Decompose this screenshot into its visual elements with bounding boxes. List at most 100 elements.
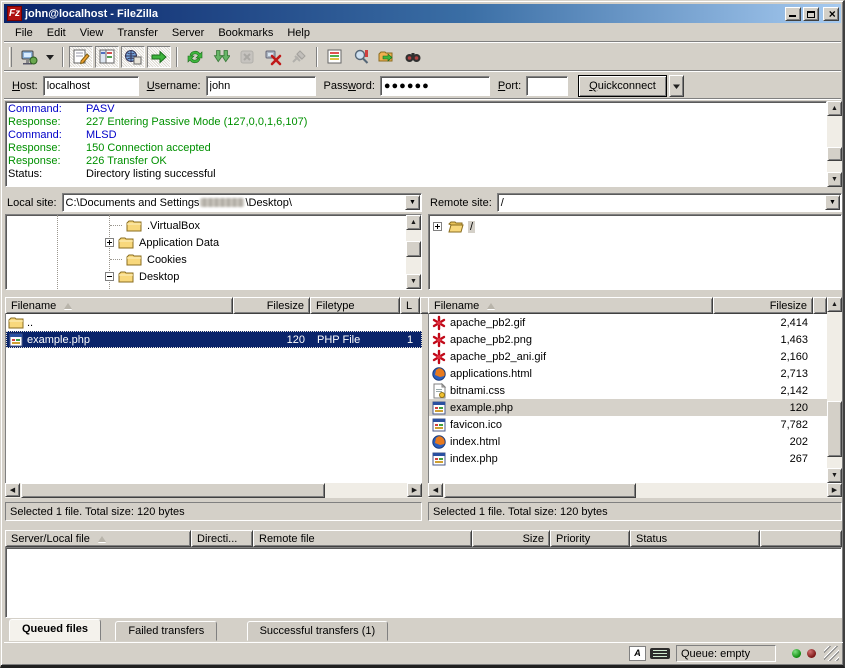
scrollbar-thumb[interactable] bbox=[406, 241, 421, 257]
column-header-size[interactable]: Size bbox=[472, 530, 550, 547]
tree-item-virtualbox[interactable]: .VirtualBox bbox=[6, 217, 405, 234]
password-input[interactable] bbox=[380, 76, 490, 96]
chevron-down-icon[interactable]: ▼ bbox=[825, 195, 840, 210]
scroll-right-icon[interactable]: ▶ bbox=[407, 483, 422, 497]
file-row-index-php[interactable]: index.php267 bbox=[429, 450, 827, 467]
refresh-button[interactable] bbox=[183, 46, 207, 68]
data-type-ascii-icon[interactable]: A bbox=[629, 646, 646, 661]
log-scrollbar[interactable]: ▲ ▼ bbox=[827, 101, 842, 187]
tab-failed-transfers[interactable]: Failed transfers bbox=[115, 621, 217, 641]
tree-item-root[interactable]: / bbox=[433, 218, 837, 235]
local-tree-scrollbar[interactable]: ▲ ▼ bbox=[406, 215, 421, 289]
scroll-left-icon[interactable]: ◀ bbox=[5, 483, 20, 497]
column-header-filename[interactable]: Filename bbox=[5, 297, 233, 314]
file-row-applications-html[interactable]: applications.html2,713 bbox=[429, 365, 827, 382]
resize-grip[interactable] bbox=[824, 646, 839, 661]
collapse-icon[interactable] bbox=[105, 272, 114, 281]
expand-icon[interactable] bbox=[433, 222, 442, 231]
local-hscrollbar[interactable]: ◀ ▶ bbox=[5, 483, 422, 498]
host-input[interactable] bbox=[43, 76, 139, 96]
file-row-example-php[interactable]: example.php120 bbox=[429, 399, 827, 416]
tree-item-application-data[interactable]: Application Data bbox=[6, 234, 405, 251]
chevron-down-icon[interactable]: ▼ bbox=[405, 195, 420, 210]
folder-icon bbox=[8, 315, 24, 331]
toggle-local-tree-button[interactable] bbox=[95, 46, 119, 68]
file-row-bitnami-css[interactable]: bitnami.css2,142 bbox=[429, 382, 827, 399]
column-header-remote-file[interactable]: Remote file bbox=[253, 530, 472, 547]
scrollbar-thumb[interactable] bbox=[444, 483, 636, 498]
menu-edit[interactable]: Edit bbox=[40, 25, 73, 41]
status-text: Selected 1 file. Total size: 120 bytes bbox=[433, 506, 608, 518]
menu-file[interactable]: File bbox=[8, 25, 40, 41]
menu-transfer[interactable]: Transfer bbox=[110, 25, 165, 41]
menu-help[interactable]: Help bbox=[280, 25, 317, 41]
column-header-filesize[interactable]: Filesize bbox=[713, 297, 813, 314]
expand-icon[interactable] bbox=[105, 238, 114, 247]
menu-bookmarks[interactable]: Bookmarks bbox=[211, 25, 280, 41]
scroll-up-icon[interactable]: ▲ bbox=[827, 297, 842, 312]
minimize-button[interactable] bbox=[785, 7, 801, 21]
column-header-server-local-file[interactable]: Server/Local file bbox=[5, 530, 191, 547]
log-line-text: 226 Transfer OK bbox=[86, 155, 167, 167]
file-row-index-html[interactable]: index.html202 bbox=[429, 433, 827, 450]
column-header-l[interactable]: L bbox=[400, 297, 420, 314]
compare-directories-button[interactable] bbox=[349, 46, 373, 68]
column-header-status[interactable]: Status bbox=[630, 530, 760, 547]
column-header-directi[interactable]: Directi... bbox=[191, 530, 253, 547]
file-row-example-php[interactable]: example.php120PHP File1 bbox=[6, 331, 422, 348]
toggle-message-log-button[interactable] bbox=[69, 46, 93, 68]
close-button[interactable]: × bbox=[823, 7, 839, 21]
scrollbar-thumb[interactable] bbox=[827, 147, 842, 161]
cancel-button[interactable] bbox=[235, 46, 259, 68]
scrollbar-thumb[interactable] bbox=[827, 401, 842, 457]
site-manager-dropdown-button[interactable] bbox=[43, 46, 57, 68]
synchronized-browsing-button[interactable] bbox=[375, 46, 399, 68]
menu-view[interactable]: View bbox=[73, 25, 111, 41]
reconnect-button[interactable] bbox=[287, 46, 311, 68]
local-path-combo[interactable]: C:\Documents and Settings\Desktop\ ▼ bbox=[62, 193, 422, 212]
remote-vscrollbar[interactable]: ▲ ▼ bbox=[827, 297, 842, 483]
scroll-up-icon[interactable]: ▲ bbox=[827, 101, 842, 116]
port-input[interactable] bbox=[526, 76, 568, 96]
speed-limit-icon[interactable] bbox=[650, 648, 670, 659]
filezilla-app-icon[interactable]: Fz bbox=[7, 6, 22, 21]
quickconnect-button[interactable]: Quickconnect bbox=[578, 75, 667, 97]
filename-cell: index.html bbox=[429, 433, 714, 450]
titlebar[interactable]: Fz john@localhost - FileZilla × bbox=[4, 4, 841, 23]
disconnect-button[interactable] bbox=[261, 46, 285, 68]
maximize-button[interactable] bbox=[803, 7, 819, 21]
scroll-up-icon[interactable]: ▲ bbox=[406, 215, 421, 230]
file-row-apache-pb2-gif[interactable]: apache_pb2.gif2,414 bbox=[429, 314, 827, 331]
toggle-queue-view-button[interactable] bbox=[147, 46, 171, 68]
remote-path-combo[interactable]: / ▼ bbox=[497, 193, 842, 212]
tab-successful-transfers-1[interactable]: Successful transfers (1) bbox=[247, 621, 389, 641]
tab-queued-files[interactable]: Queued files bbox=[9, 619, 101, 641]
filename-text: apache_pb2_ani.gif bbox=[450, 351, 546, 363]
column-header-priority[interactable]: Priority bbox=[550, 530, 630, 547]
scroll-down-icon[interactable]: ▼ bbox=[406, 274, 421, 289]
scrollbar-thumb[interactable] bbox=[21, 483, 325, 498]
quickconnect-dropdown-icon[interactable] bbox=[669, 75, 684, 97]
column-header-filetype[interactable]: Filetype bbox=[310, 297, 400, 314]
file-row-apache-pb2-ani-gif[interactable]: apache_pb2_ani.gif2,160 bbox=[429, 348, 827, 365]
column-header-filename[interactable]: Filename bbox=[428, 297, 713, 314]
toggle-remote-tree-button[interactable] bbox=[121, 46, 145, 68]
process-queue-button[interactable] bbox=[209, 46, 233, 68]
file-row-apache-pb2-png[interactable]: apache_pb2.png1,463 bbox=[429, 331, 827, 348]
scroll-down-icon[interactable]: ▼ bbox=[827, 172, 842, 187]
site-manager-button[interactable] bbox=[17, 46, 41, 68]
tree-item-cookies[interactable]: Cookies bbox=[6, 251, 405, 268]
scroll-right-icon[interactable]: ▶ bbox=[827, 483, 842, 497]
directory-filters-button[interactable] bbox=[323, 46, 347, 68]
menu-server[interactable]: Server bbox=[165, 25, 211, 41]
column-header-label: Server/Local file bbox=[11, 533, 90, 545]
scroll-left-icon[interactable]: ◀ bbox=[428, 483, 443, 497]
remote-hscrollbar[interactable]: ◀ ▶ bbox=[428, 483, 842, 498]
find-files-button[interactable] bbox=[401, 46, 425, 68]
tree-item-desktop[interactable]: Desktop bbox=[6, 268, 405, 285]
file-row-favicon-ico[interactable]: favicon.ico7,782 bbox=[429, 416, 827, 433]
scroll-down-icon[interactable]: ▼ bbox=[827, 468, 842, 483]
column-header-filesize[interactable]: Filesize bbox=[233, 297, 310, 314]
file-row-[interactable]: .. bbox=[6, 314, 422, 331]
username-input[interactable] bbox=[206, 76, 316, 96]
